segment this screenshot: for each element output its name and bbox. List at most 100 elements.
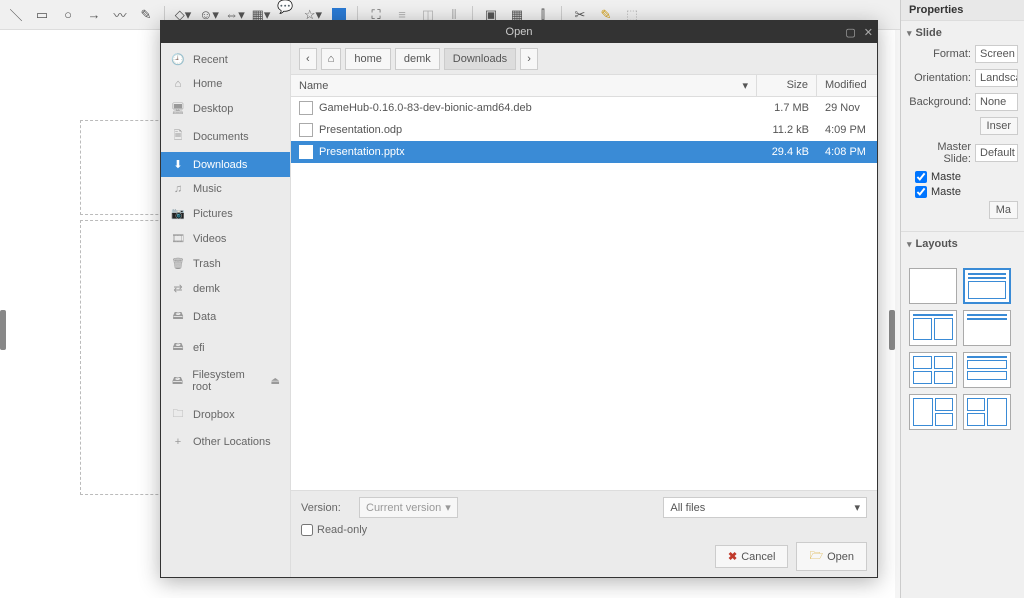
file-filter-select[interactable]: All files▾	[663, 497, 867, 518]
sidebar-item-demk[interactable]: ⇄ demk	[161, 276, 290, 301]
trash-icon: 🗑	[171, 257, 185, 270]
file-row[interactable]: Presentation.pptx29.4 kB4:08 PM	[291, 141, 877, 163]
format-label: Format:	[907, 48, 971, 60]
toolbar-arrow-icon[interactable]: →	[84, 5, 104, 25]
toolbar-freehand-icon[interactable]: ✎	[136, 5, 156, 25]
file-name: Presentation.pptx	[319, 146, 405, 158]
properties-panel: Properties Slide Format: Screen Orientat…	[900, 0, 1024, 598]
slide-section-title[interactable]: Slide	[907, 27, 1018, 39]
file-name: GameHub-0.16.0-83-dev-bionic-amd64.deb	[319, 102, 532, 114]
path-bar: ‹ ⌂ home demk Downloads ›	[291, 43, 877, 75]
sidebar-item-efi[interactable]: 🖴efi	[161, 332, 290, 363]
sidebar-item-label: Desktop	[193, 103, 233, 115]
path-back-button[interactable]: ‹	[299, 48, 317, 70]
sidebar-item-label: Documents	[193, 131, 249, 143]
dialog-footer: Version: Current version▾ All files▾ Rea…	[291, 490, 877, 577]
sidebar-item-pictures[interactable]: 📷Pictures	[161, 201, 290, 226]
chevron-down-icon: ▾	[445, 501, 451, 514]
readonly-checkbox[interactable]	[301, 524, 313, 536]
file-size: 29.4 kB	[757, 144, 817, 160]
sidebar-item-recent[interactable]: 🕘 Recent	[161, 47, 290, 72]
toolbar-rect-icon[interactable]: ▭	[32, 5, 52, 25]
data-icon: 🖴	[171, 307, 185, 326]
desktop-icon: 🖥	[171, 102, 185, 115]
layout-blank[interactable]	[909, 268, 957, 304]
open-folder-icon: 🗁	[809, 547, 823, 566]
insert-image-button[interactable]: Inser	[980, 117, 1018, 135]
column-header-size[interactable]: Size	[757, 75, 817, 96]
orientation-select[interactable]: Landsca	[975, 69, 1018, 87]
sidebar-item-music[interactable]: ♫ Music	[161, 177, 290, 201]
file-name: Presentation.odp	[319, 124, 402, 136]
layout-vertical-split[interactable]	[909, 394, 957, 430]
master-slide-select[interactable]: Default	[975, 144, 1018, 162]
layout-2content-over[interactable]	[963, 352, 1011, 388]
sidebar-item-label: demk	[193, 283, 220, 295]
layouts-section-title[interactable]: Layouts	[907, 238, 1018, 250]
eject-icon[interactable]: ⏏	[271, 376, 280, 387]
music-icon: ♫	[171, 183, 185, 195]
path-segment-home[interactable]: home	[345, 48, 391, 70]
toolbar-circle-icon[interactable]: ○	[58, 5, 78, 25]
file-row[interactable]: Presentation.odp 11.2 kB4:09 PM	[291, 119, 877, 141]
scroll-indicator-left[interactable]	[0, 310, 6, 350]
column-header-name[interactable]: Name▾	[291, 75, 757, 96]
path-segment-user[interactable]: demk	[395, 48, 440, 70]
open-button[interactable]: 🗁 Open	[796, 542, 867, 571]
sidebar-item-home[interactable]: ⌂Home	[161, 72, 290, 96]
file-type-icon	[299, 145, 313, 159]
layout-vertical-split-2[interactable]	[963, 394, 1011, 430]
sidebar-item-filesystem-root[interactable]: 🖴Filesystem root⏏	[161, 363, 290, 399]
layout-4content[interactable]	[909, 352, 957, 388]
sidebar-item-label: Filesystem root	[192, 369, 262, 393]
dropbox-icon: 🗀	[171, 405, 185, 424]
sidebar-item-label: Pictures	[193, 208, 233, 220]
version-select[interactable]: Current version▾	[359, 497, 458, 518]
file-list-header: Name▾ Size Modified	[291, 75, 877, 97]
demk-icon: ⇄	[171, 282, 185, 295]
scroll-indicator-right[interactable]	[889, 310, 895, 350]
dialog-title: Open	[506, 26, 533, 38]
column-header-modified[interactable]: Modified	[817, 75, 877, 96]
path-segment-downloads[interactable]: Downloads	[444, 48, 516, 70]
file-modified: 4:09 PM	[817, 122, 877, 138]
toolbar-line-icon[interactable]: ＼	[6, 5, 26, 25]
file-type-icon	[299, 123, 313, 137]
maximize-icon[interactable]: ▢	[845, 26, 855, 39]
sidebar-item-dropbox[interactable]: 🗀Dropbox	[161, 399, 290, 430]
dialog-titlebar[interactable]: Open ▢ ✕	[161, 21, 877, 43]
documents-icon: 🗎	[171, 127, 185, 146]
cancel-button[interactable]: ✖ Cancel	[715, 545, 788, 568]
toolbar-curve-icon[interactable]: 〰	[110, 5, 130, 25]
path-home-icon-button[interactable]: ⌂	[321, 48, 342, 70]
sidebar-item-other-locations[interactable]: +Other Locations	[161, 430, 290, 454]
file-size: 1.7 MB	[757, 100, 817, 116]
sidebar-item-label: Trash	[193, 258, 221, 270]
layout-title-only[interactable]	[963, 310, 1011, 346]
layout-title-content[interactable]	[963, 268, 1011, 304]
background-select[interactable]: None	[975, 93, 1018, 111]
sidebar-item-data[interactable]: 🖴Data	[161, 301, 290, 332]
sidebar-item-videos[interactable]: 🎞Videos	[161, 226, 290, 251]
layout-title-2content[interactable]	[909, 310, 957, 346]
cancel-x-icon: ✖	[728, 550, 737, 563]
master-slide-button[interactable]: Ma	[989, 201, 1018, 219]
sidebar-item-label: Recent	[193, 54, 228, 66]
master-background-label: Maste	[931, 171, 961, 183]
path-forward-button[interactable]: ›	[520, 48, 538, 70]
master-background-checkbox[interactable]	[915, 171, 927, 183]
format-select[interactable]: Screen	[975, 45, 1018, 63]
sidebar-item-downloads[interactable]: ⬇Downloads	[161, 152, 290, 177]
other-locations-icon: +	[171, 436, 185, 448]
master-slide-label: Master Slide:	[907, 141, 971, 165]
file-size: 11.2 kB	[757, 122, 817, 138]
file-row[interactable]: GameHub-0.16.0-83-dev-bionic-amd64.deb 1.…	[291, 97, 877, 119]
version-label: Version:	[301, 502, 351, 514]
sidebar-item-label: Music	[193, 183, 222, 195]
master-objects-checkbox[interactable]	[915, 186, 927, 198]
close-icon[interactable]: ✕	[864, 26, 873, 39]
recent-icon: 🕘	[171, 53, 185, 66]
sidebar-item-desktop[interactable]: 🖥 Desktop	[161, 96, 290, 121]
sidebar-item-trash[interactable]: 🗑 Trash	[161, 251, 290, 276]
sidebar-item-documents[interactable]: 🗎 Documents	[161, 121, 290, 152]
